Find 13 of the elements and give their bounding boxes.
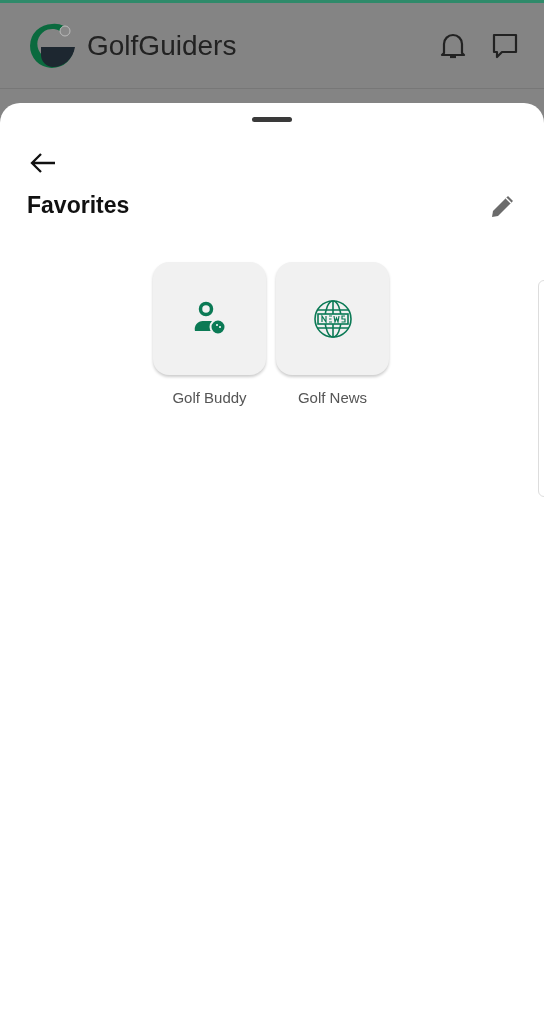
person-ball-icon: [192, 300, 227, 337]
bell-icon[interactable]: [440, 31, 466, 60]
sheet-title: Favorites: [27, 192, 130, 219]
favorite-tile[interactable]: [153, 262, 266, 375]
chat-icon[interactable]: [492, 32, 518, 59]
favorite-label: Golf Buddy: [172, 389, 247, 406]
drag-handle[interactable]: [252, 117, 292, 122]
favorite-label: Golf News: [297, 389, 368, 406]
globe-news-icon: [312, 298, 353, 339]
favorite-tile[interactable]: [276, 262, 389, 375]
app-title: GolfGuiders: [87, 29, 237, 62]
back-arrow-icon: [30, 152, 56, 174]
back-button[interactable]: [30, 152, 56, 174]
